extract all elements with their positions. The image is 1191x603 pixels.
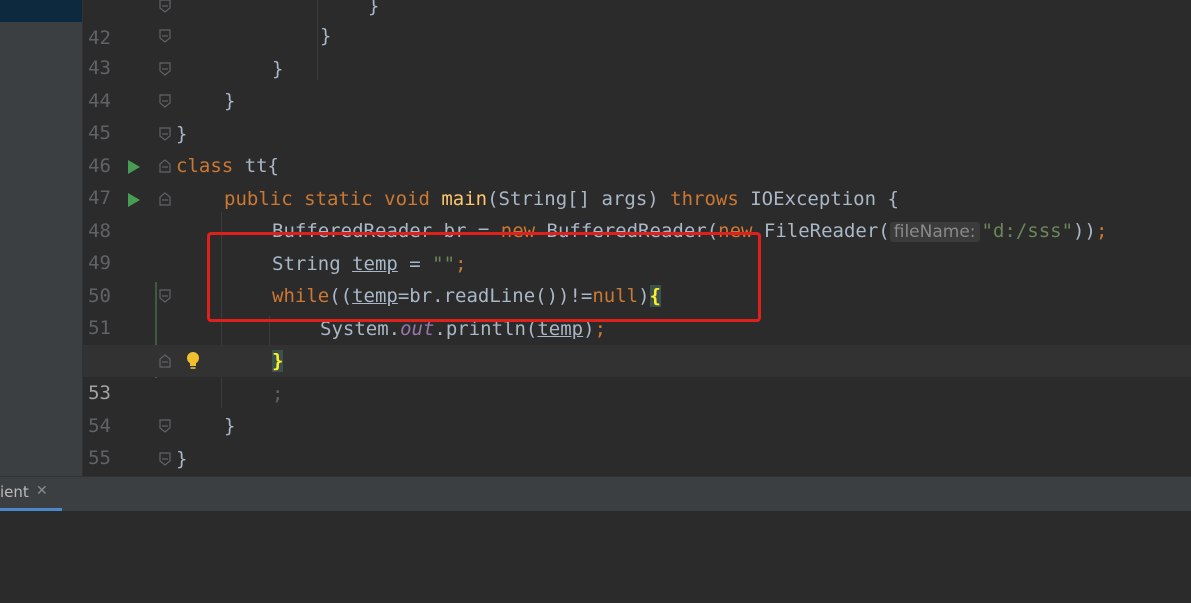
run-console-panel[interactable] bbox=[0, 511, 1191, 555]
code-text: } bbox=[224, 90, 236, 112]
fold-marker-icon[interactable] bbox=[158, 94, 172, 108]
code-text: } bbox=[272, 345, 284, 377]
annotation-highlight-box bbox=[207, 232, 761, 322]
fold-marker-icon[interactable] bbox=[158, 452, 172, 466]
class-decl: tt{ bbox=[233, 155, 279, 177]
run-triangle-icon[interactable] bbox=[127, 159, 141, 175]
project-panel-edge bbox=[0, 0, 83, 476]
code-line-44: 44 } bbox=[83, 53, 1191, 112]
fold-marker-icon[interactable] bbox=[158, 0, 172, 13]
matched-brace: } bbox=[272, 350, 284, 372]
code-text: } bbox=[224, 415, 236, 437]
code-line-48: 48 public static void main(String[] args… bbox=[83, 183, 1191, 242]
fold-marker-icon[interactable] bbox=[158, 419, 172, 433]
constructor: FileReader( bbox=[752, 220, 890, 242]
code-line-55: 55 } bbox=[83, 410, 1191, 469]
code-line-53: 53 } bbox=[83, 345, 1191, 404]
code-text: } bbox=[272, 58, 284, 80]
code-line-45: 45 } bbox=[83, 85, 1191, 144]
params: (String[] args) bbox=[487, 188, 671, 210]
code-text: public static void main(String[] args) t… bbox=[224, 183, 899, 215]
semicolon: ; bbox=[1095, 220, 1108, 242]
fold-marker-icon[interactable] bbox=[158, 127, 172, 141]
close-icon[interactable]: ✕ bbox=[36, 483, 48, 499]
code-line-56: 56 } bbox=[83, 443, 1191, 502]
lightbulb-icon[interactable] bbox=[185, 351, 201, 371]
run-tab-label[interactable]: ient bbox=[0, 483, 29, 501]
tool-window-tab-bar: ient ✕ bbox=[0, 476, 1191, 512]
keyword: throws bbox=[670, 188, 739, 210]
code-text: } bbox=[176, 123, 188, 145]
run-triangle-icon[interactable] bbox=[127, 192, 141, 208]
parameter-hint: fileName: bbox=[889, 222, 980, 242]
fold-marker-icon[interactable] bbox=[158, 29, 172, 43]
code-line-46: 46 } bbox=[83, 118, 1191, 177]
code-text: class tt{ bbox=[176, 150, 279, 182]
code-text: } bbox=[320, 25, 332, 47]
keyword: public static void bbox=[224, 188, 442, 210]
keyword: class bbox=[176, 155, 234, 177]
code-line-47: 47 class tt{ bbox=[83, 150, 1191, 209]
code-line-43: 43 } bbox=[83, 20, 1191, 79]
fold-marker-icon[interactable] bbox=[158, 62, 172, 76]
exception: IOException { bbox=[738, 188, 899, 210]
selected-tree-item[interactable] bbox=[0, 0, 82, 22]
fold-marker-icon[interactable] bbox=[158, 354, 172, 368]
string-literal: "d:/sss" bbox=[981, 220, 1074, 242]
fold-marker-icon[interactable] bbox=[158, 289, 172, 303]
code-line-54: 54 ; bbox=[83, 378, 1191, 437]
method-name: main bbox=[441, 188, 488, 210]
code-text: } bbox=[176, 448, 188, 470]
fold-marker-icon[interactable] bbox=[158, 159, 172, 173]
paren: )) bbox=[1073, 220, 1096, 242]
code-line-42: 42 } bbox=[83, 0, 1191, 49]
code-text: } bbox=[368, 0, 380, 17]
code-text: ; bbox=[272, 383, 284, 405]
fold-marker-icon[interactable] bbox=[158, 192, 172, 206]
